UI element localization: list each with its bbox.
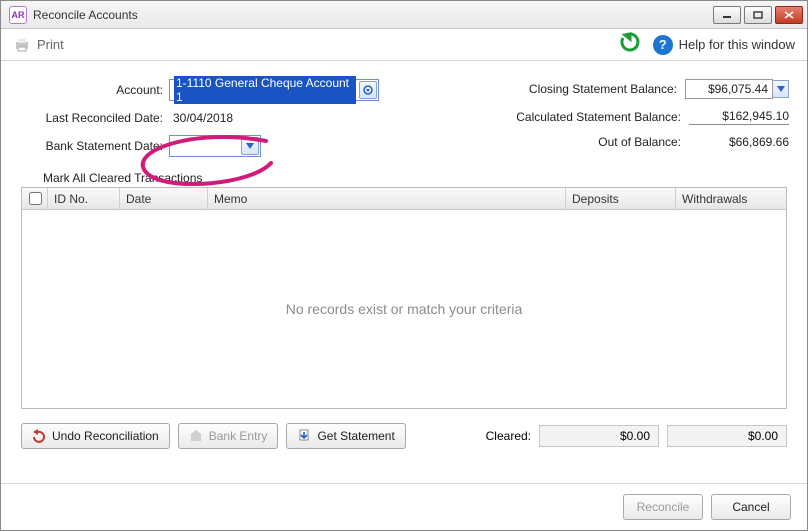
- refresh-button[interactable]: [619, 31, 641, 58]
- get-statement-button[interactable]: Get Statement: [286, 423, 405, 449]
- toolbar: Print ? Help for this window: [1, 29, 807, 61]
- print-button[interactable]: Print: [13, 37, 64, 53]
- grid-header: ID No. Date Memo Deposits Withdrawals: [22, 188, 786, 210]
- calendar-dropdown-icon[interactable]: [241, 137, 259, 155]
- bank-icon: [189, 429, 203, 443]
- col-memo[interactable]: Memo: [208, 188, 566, 209]
- closing-balance-input[interactable]: [685, 79, 773, 99]
- refresh-icon: [619, 31, 641, 53]
- grid-empty-message: No records exist or match your criteria: [22, 210, 786, 408]
- col-date[interactable]: Date: [120, 188, 208, 209]
- printer-icon: [13, 37, 31, 53]
- reconcile-button: Reconcile: [623, 494, 703, 520]
- cleared-withdrawals: $0.00: [667, 425, 787, 447]
- account-label: Account:: [19, 83, 169, 97]
- out-of-balance-label: Out of Balance:: [413, 135, 689, 149]
- help-label: Help for this window: [679, 37, 795, 52]
- out-of-balance-value: $66,869.66: [689, 135, 789, 149]
- mark-all-cleared-link[interactable]: Mark All Cleared Transactions: [43, 171, 789, 185]
- help-link[interactable]: ? Help for this window: [653, 35, 795, 55]
- select-all-checkbox[interactable]: [29, 192, 42, 205]
- undo-icon: [32, 429, 46, 443]
- body: Account: 1-1110 General Cheque Account 1…: [1, 61, 807, 483]
- dropdown-icon[interactable]: [359, 81, 377, 99]
- minimize-button[interactable]: [713, 6, 741, 24]
- bank-stmt-date-label: Bank Statement Date:: [19, 139, 169, 153]
- col-withdrawals[interactable]: Withdrawals: [676, 188, 786, 209]
- window-title: Reconcile Accounts: [33, 8, 713, 22]
- bank-entry-button: Bank Entry: [178, 423, 279, 449]
- account-combo[interactable]: 1-1110 General Cheque Account 1: [169, 79, 379, 101]
- undo-reconciliation-button[interactable]: Undo Reconciliation: [21, 423, 170, 449]
- close-button[interactable]: [775, 6, 803, 24]
- col-deposits[interactable]: Deposits: [566, 188, 676, 209]
- download-icon: [297, 429, 311, 443]
- bank-stmt-date-input[interactable]: [169, 135, 261, 157]
- cancel-button[interactable]: Cancel: [711, 494, 791, 520]
- app-icon: AR: [9, 6, 27, 24]
- calculated-balance-value: $162,945.10: [689, 109, 789, 125]
- account-value: 1-1110 General Cheque Account 1: [174, 76, 356, 104]
- col-id[interactable]: ID No.: [48, 188, 120, 209]
- print-label: Print: [37, 37, 64, 52]
- maximize-button[interactable]: [744, 6, 772, 24]
- cleared-deposits: $0.00: [539, 425, 659, 447]
- calculated-balance-label: Calculated Statement Balance:: [413, 110, 689, 124]
- footer: Reconcile Cancel: [1, 483, 807, 530]
- window-frame: AR Reconcile Accounts Print ? Help for t…: [0, 0, 808, 531]
- titlebar: AR Reconcile Accounts: [1, 1, 807, 29]
- closing-balance-dropdown[interactable]: [773, 80, 789, 98]
- cleared-label: Cleared:: [486, 429, 531, 443]
- last-reconciled-label: Last Reconciled Date:: [19, 111, 169, 125]
- last-reconciled-value: 30/04/2018: [169, 111, 233, 125]
- help-icon: ?: [653, 35, 673, 55]
- closing-balance-label: Closing Statement Balance:: [413, 82, 685, 96]
- transactions-grid: ID No. Date Memo Deposits Withdrawals No…: [21, 187, 787, 409]
